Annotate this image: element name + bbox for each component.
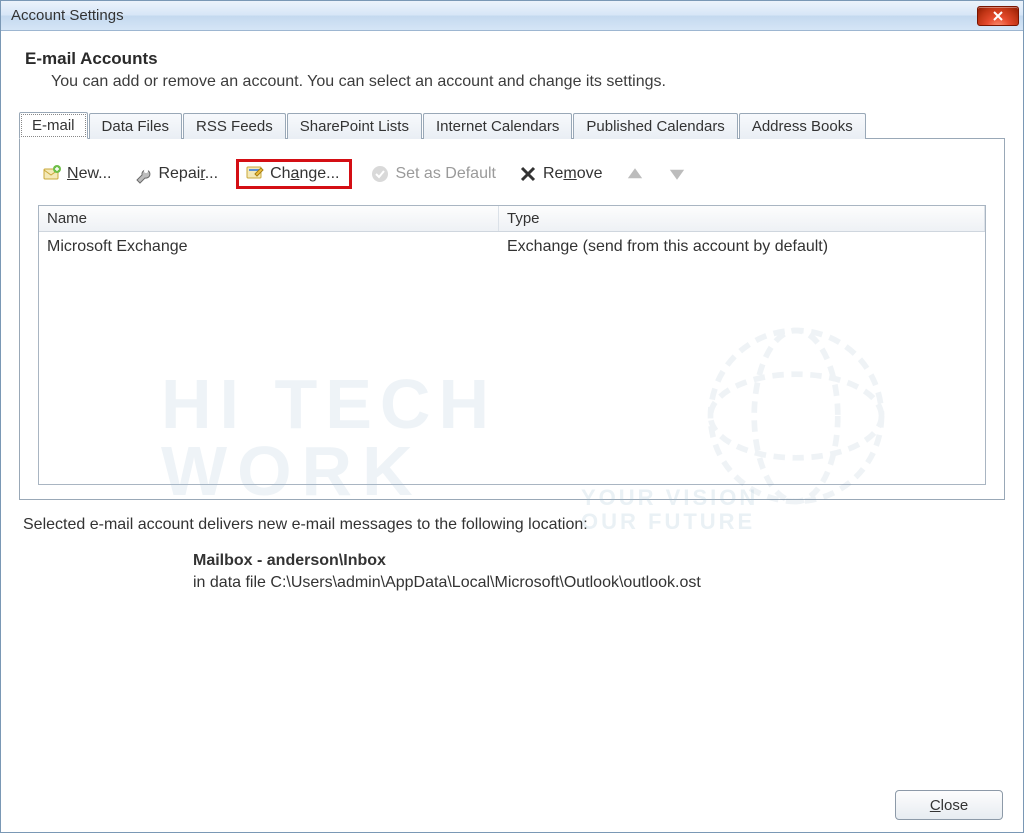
move-down-button	[663, 162, 691, 186]
close-button[interactable]: Close	[895, 790, 1003, 820]
tab-panel-email: New... Repair... Change...	[19, 139, 1005, 500]
mail-new-icon	[42, 164, 62, 184]
change-label: Change...	[270, 165, 339, 183]
tab-data-files[interactable]: Data Files	[89, 113, 183, 139]
check-circle-icon	[370, 164, 390, 184]
content-area: E-mail Accounts You can add or remove an…	[1, 31, 1023, 832]
window-title: Account Settings	[11, 7, 977, 24]
tab-email[interactable]: E-mail	[19, 112, 88, 139]
tab-sharepoint-lists[interactable]: SharePoint Lists	[287, 113, 422, 139]
arrow-down-icon	[667, 164, 687, 184]
titlebar: Account Settings	[1, 1, 1023, 31]
delivery-intro: Selected e-mail account delivers new e-m…	[23, 516, 1001, 534]
column-header-type[interactable]: Type	[499, 206, 985, 231]
new-label: New...	[67, 165, 111, 183]
delivery-details: Mailbox - anderson\Inbox in data file C:…	[23, 552, 1001, 592]
change-icon	[245, 164, 265, 184]
set-default-label: Set as Default	[395, 165, 496, 183]
repair-account-button[interactable]: Repair...	[129, 162, 222, 186]
tab-address-books[interactable]: Address Books	[739, 113, 866, 139]
change-account-button[interactable]: Change...	[236, 159, 352, 189]
window-close-button[interactable]	[977, 6, 1019, 26]
tab-strip: E-mail Data Files RSS Feeds SharePoint L…	[19, 111, 1005, 139]
set-default-button: Set as Default	[366, 162, 500, 186]
tab-internet-calendars[interactable]: Internet Calendars	[423, 113, 572, 139]
header-description: You can add or remove an account. You ca…	[25, 73, 1005, 91]
header-block: E-mail Accounts You can add or remove an…	[19, 49, 1005, 111]
repair-label: Repair...	[158, 165, 218, 183]
remove-label: Remove	[543, 165, 603, 183]
accounts-table: Name Type Microsoft Exchange Exchange (s…	[38, 205, 986, 485]
tab-published-calendars[interactable]: Published Calendars	[573, 113, 737, 139]
tab-rss-feeds[interactable]: RSS Feeds	[183, 113, 286, 139]
dialog-footer: Close	[19, 780, 1005, 822]
new-account-button[interactable]: New...	[38, 162, 115, 186]
move-up-button	[621, 162, 649, 186]
table-header: Name Type	[39, 206, 985, 232]
table-row[interactable]: Microsoft Exchange Exchange (send from t…	[39, 232, 985, 262]
remove-x-icon	[518, 164, 538, 184]
cell-account-type: Exchange (send from this account by defa…	[499, 232, 985, 262]
close-icon	[992, 10, 1004, 22]
delivery-mailbox: Mailbox - anderson\Inbox	[193, 552, 1001, 570]
repair-icon	[133, 164, 153, 184]
cell-account-name: Microsoft Exchange	[39, 232, 499, 262]
header-title: E-mail Accounts	[25, 49, 1005, 69]
close-button-label: Close	[930, 797, 968, 814]
remove-account-button[interactable]: Remove	[514, 162, 607, 186]
account-settings-window: Account Settings E-mail Accounts You can…	[0, 0, 1024, 833]
arrow-up-icon	[625, 164, 645, 184]
column-header-name[interactable]: Name	[39, 206, 499, 231]
table-body: Microsoft Exchange Exchange (send from t…	[39, 232, 985, 484]
accounts-toolbar: New... Repair... Change...	[38, 157, 986, 205]
delivery-location-block: Selected e-mail account delivers new e-m…	[19, 500, 1005, 592]
delivery-datafile: in data file C:\Users\admin\AppData\Loca…	[193, 574, 1001, 592]
